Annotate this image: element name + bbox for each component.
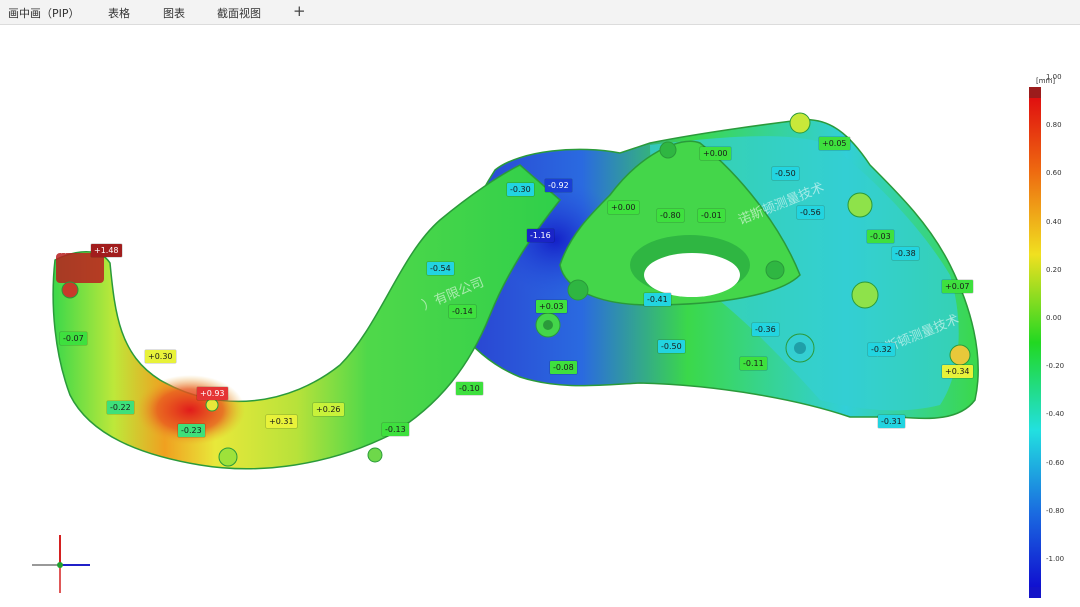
3d-viewport[interactable]: 北京 诺斯顿测量技术 ）有限公司 诺斯顿测量技术 +1.48 -0.07 +0.30… — [0, 25, 1080, 607]
deviation-callout-label[interactable]: -0.07 — [60, 332, 87, 345]
color-deviation-part — [52, 112, 979, 470]
axis-triad-icon — [32, 535, 90, 593]
deviation-callout-label[interactable]: -0.38 — [892, 247, 919, 260]
tab-section-view[interactable]: 截面视图 — [217, 5, 261, 21]
deviation-callout-label[interactable]: +0.34 — [942, 365, 973, 378]
scale-tick-label: 0.80 — [1046, 121, 1062, 130]
deviation-callout-label[interactable]: +0.00 — [608, 201, 639, 214]
deviation-callout-label[interactable]: -0.14 — [449, 305, 476, 318]
deviation-callout-label[interactable]: -0.30 — [507, 183, 534, 196]
scale-tick-label: -1.00 — [1046, 555, 1065, 563]
deviation-callout-label[interactable]: +0.26 — [313, 403, 344, 416]
scale-tick-label: -0.40 — [1046, 410, 1065, 419]
deviation-callout-label[interactable]: +0.30 — [145, 350, 176, 363]
scale-tick-label: -0.80 — [1046, 506, 1065, 515]
scale-tick-label: -0.60 — [1046, 458, 1065, 467]
deviation-callout-label[interactable]: -0.08 — [550, 361, 577, 374]
deviation-callout-label[interactable]: +0.07 — [942, 280, 973, 293]
deviation-callout-label[interactable]: -1.16 — [527, 229, 554, 242]
scale-tick-label: 0.20 — [1046, 265, 1062, 274]
deviation-callout-label[interactable]: -0.22 — [107, 401, 134, 414]
deviation-callout-label[interactable]: +0.00 — [700, 147, 731, 160]
deviation-callout-label[interactable]: +1.48 — [91, 244, 122, 257]
deviation-callout-label[interactable]: -0.50 — [658, 340, 685, 353]
deviation-callout-label[interactable]: -0.13 — [382, 423, 409, 436]
deviation-callout-label[interactable]: -0.31 — [878, 415, 905, 428]
deviation-callout-label[interactable]: +0.03 — [536, 300, 567, 313]
tab-chart[interactable]: 图表 — [163, 5, 185, 21]
scale-tick-label: 0.60 — [1046, 169, 1062, 178]
deviation-callout-label[interactable]: +0.93 — [197, 387, 228, 400]
tab-pip[interactable]: 画中画（PIP） — [8, 5, 80, 21]
deviation-callout-label[interactable]: -0.56 — [797, 206, 824, 219]
deviation-callout-label[interactable]: -0.10 — [456, 382, 483, 395]
scale-tick-label: 1.00 — [1046, 73, 1062, 81]
deviation-callout-label[interactable]: -0.50 — [772, 167, 799, 180]
tab-table[interactable]: 表格 — [108, 5, 130, 21]
deviation-callout-label[interactable]: -0.03 — [867, 230, 894, 243]
deviation-callout-label[interactable]: -0.80 — [657, 209, 684, 222]
deviation-callout-label[interactable]: -0.41 — [644, 293, 671, 306]
add-tab-button[interactable]: + — [293, 2, 306, 20]
deviation-callout-label[interactable]: -0.01 — [698, 209, 725, 222]
deviation-callout-label[interactable]: +0.05 — [819, 137, 850, 150]
scale-tick-label: 0.40 — [1046, 217, 1062, 226]
scale-tick-label: -0.20 — [1046, 362, 1065, 371]
deviation-callout-label[interactable]: -0.32 — [868, 343, 895, 356]
deviation-callout-label[interactable]: -0.36 — [752, 323, 779, 336]
color-scale-bar — [1029, 87, 1041, 598]
tab-bar: 画中画（PIP） 表格 图表 截面视图 + — [0, 0, 1080, 25]
deviation-callout-label[interactable]: -0.23 — [178, 424, 205, 437]
deviation-callout-label[interactable]: -0.54 — [427, 262, 454, 275]
deviation-callout-label[interactable]: +0.31 — [266, 415, 297, 428]
deviation-callout-label[interactable]: -0.11 — [740, 357, 767, 370]
scale-tick-label: 0.00 — [1046, 314, 1062, 322]
deviation-callout-label[interactable]: -0.92 — [545, 179, 572, 192]
